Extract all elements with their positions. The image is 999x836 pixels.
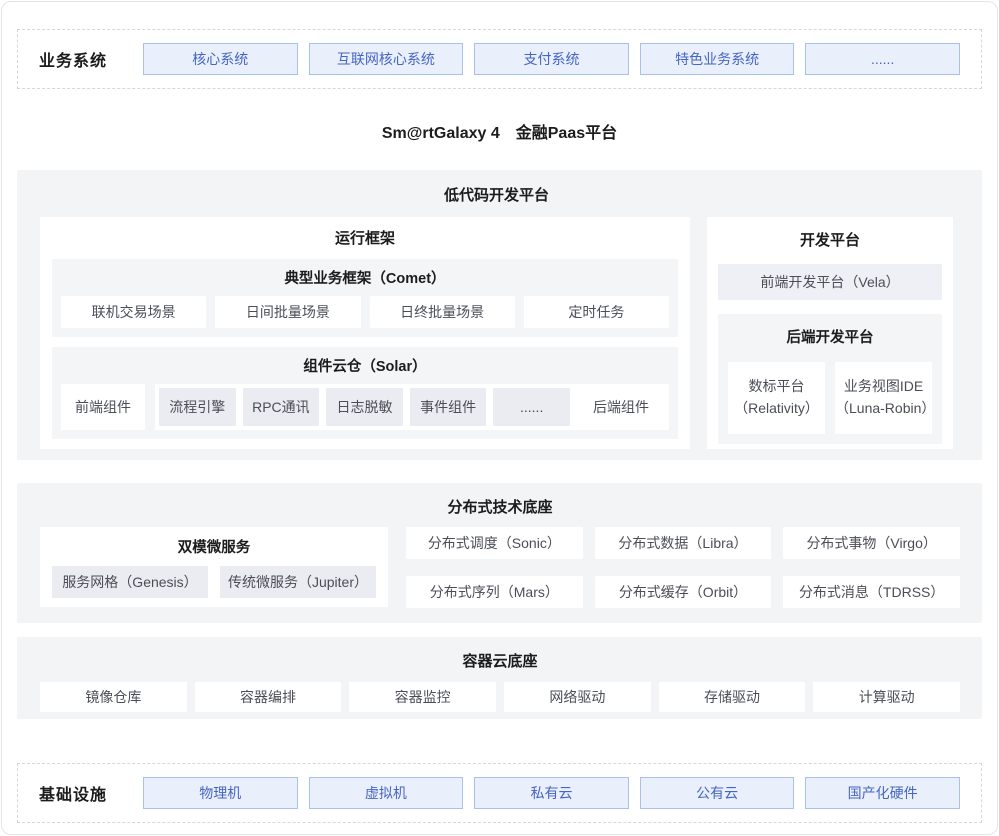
backend-dev-boxes: 数标平台 （Relativity） 业务视图IDE （Luna-Robin） bbox=[728, 362, 932, 434]
container-cloud-box: 网络驱动 bbox=[504, 682, 651, 712]
solar-chip: RPC通讯 bbox=[243, 388, 320, 426]
business-system-box: ...... bbox=[805, 43, 960, 75]
genesis-service-mesh-box: 服务网格（Genesis） bbox=[52, 566, 208, 598]
dev-platform-title: 开发平台 bbox=[718, 229, 942, 250]
solar-chip: 日志脱敏 bbox=[326, 388, 403, 426]
runtime-framework-title: 运行框架 bbox=[52, 227, 678, 248]
luna-robin-ide-box: 业务视图IDE （Luna-Robin） bbox=[835, 362, 932, 434]
comet-scene-box: 定时任务 bbox=[524, 296, 669, 328]
business-systems-boxes: 核心系统 互联网核心系统 支付系统 特色业务系统 ...... bbox=[143, 43, 960, 75]
distributed-body: 双模微服务 服务网格（Genesis） 传统微服务（Jupiter） 分布式调度… bbox=[40, 527, 960, 608]
relativity-platform-name: 数标平台 bbox=[749, 376, 805, 398]
solar-component-title: 组件云仓（Solar） bbox=[61, 355, 669, 376]
infrastructure-label: 基础设施 bbox=[39, 781, 143, 805]
business-system-box: 支付系统 bbox=[474, 43, 629, 75]
container-cloud-section: 容器云底座 镜像仓库 容器编排 容器监控 网络驱动 存储驱动 计算驱动 bbox=[17, 637, 982, 719]
backend-dev-platform-title: 后端开发平台 bbox=[728, 326, 932, 347]
infrastructure-box: 私有云 bbox=[474, 777, 629, 809]
lowcode-body: 运行框架 典型业务框架（Comet） 联机交易场景 日间批量场景 日终批量场景 … bbox=[40, 217, 953, 449]
container-cloud-box: 镜像仓库 bbox=[40, 682, 187, 712]
dual-mode-microservice-card: 双模微服务 服务网格（Genesis） 传统微服务（Jupiter） bbox=[40, 527, 388, 607]
container-cloud-title: 容器云底座 bbox=[40, 650, 960, 671]
comet-scene-box: 联机交易场景 bbox=[61, 296, 206, 328]
backend-components-label: 后端组件 bbox=[577, 397, 665, 417]
container-cloud-box: 计算驱动 bbox=[813, 682, 960, 712]
paas-architecture-diagram: 业务系统 核心系统 互联网核心系统 支付系统 特色业务系统 ...... Sm@… bbox=[1, 1, 998, 835]
distributed-section-title: 分布式技术底座 bbox=[40, 496, 960, 517]
solar-chip: 流程引擎 bbox=[159, 388, 236, 426]
dual-mode-chips: 服务网格（Genesis） 传统微服务（Jupiter） bbox=[52, 566, 376, 598]
distributed-service-box: 分布式调度（Sonic） bbox=[406, 527, 583, 559]
distributed-service-box: 分布式数据（Libra） bbox=[595, 527, 772, 559]
solar-chip: ...... bbox=[493, 388, 570, 426]
dev-platform-card: 开发平台 前端开发平台（Vela） 后端开发平台 数标平台 （Relativit… bbox=[707, 217, 953, 449]
comet-framework-title: 典型业务框架（Comet） bbox=[61, 267, 669, 288]
solar-components-row: 前端组件 流程引擎 RPC通讯 日志脱敏 事件组件 ...... 后端组件 bbox=[61, 384, 669, 430]
luna-robin-ide-codename: （Luna-Robin） bbox=[835, 398, 932, 420]
container-cloud-box: 存储驱动 bbox=[659, 682, 806, 712]
business-systems-row: 业务系统 核心系统 互联网核心系统 支付系统 特色业务系统 ...... bbox=[17, 29, 982, 89]
business-system-box: 互联网核心系统 bbox=[309, 43, 464, 75]
container-cloud-box: 容器编排 bbox=[195, 682, 342, 712]
frontend-components-box: 前端组件 bbox=[61, 384, 145, 430]
distributed-base-section: 分布式技术底座 双模微服务 服务网格（Genesis） 传统微服务（Jupite… bbox=[17, 483, 982, 623]
comet-scene-box: 日终批量场景 bbox=[370, 296, 515, 328]
distributed-service-box: 分布式序列（Mars） bbox=[406, 576, 583, 608]
distributed-service-box: 分布式缓存（Orbit） bbox=[595, 576, 772, 608]
backend-dev-platform-card: 后端开发平台 数标平台 （Relativity） 业务视图IDE （Luna-R… bbox=[718, 314, 942, 444]
jupiter-microservice-box: 传统微服务（Jupiter） bbox=[220, 566, 376, 598]
luna-robin-ide-name: 业务视图IDE bbox=[844, 376, 923, 398]
solar-component-card: 组件云仓（Solar） 前端组件 流程引擎 RPC通讯 日志脱敏 事件组件 ..… bbox=[52, 347, 678, 439]
lowcode-platform-section: 低代码开发平台 运行框架 典型业务框架（Comet） 联机交易场景 日间批量场景… bbox=[17, 170, 982, 460]
infrastructure-box: 物理机 bbox=[143, 777, 298, 809]
comet-framework-card: 典型业务框架（Comet） 联机交易场景 日间批量场景 日终批量场景 定时任务 bbox=[52, 259, 678, 337]
vela-frontend-platform-box: 前端开发平台（Vela） bbox=[718, 264, 942, 300]
infrastructure-box: 公有云 bbox=[640, 777, 795, 809]
lowcode-section-title: 低代码开发平台 bbox=[40, 184, 953, 205]
runtime-framework-card: 运行框架 典型业务框架（Comet） 联机交易场景 日间批量场景 日终批量场景 … bbox=[40, 217, 690, 449]
solar-chip: 事件组件 bbox=[410, 388, 487, 426]
relativity-platform-box: 数标平台 （Relativity） bbox=[728, 362, 825, 434]
platform-title: Sm@rtGalaxy 4 金融Paas平台 bbox=[17, 119, 982, 143]
container-cloud-row: 镜像仓库 容器编排 容器监控 网络驱动 存储驱动 计算驱动 bbox=[40, 682, 960, 712]
distributed-services-grid: 分布式调度（Sonic） 分布式数据（Libra） 分布式事物（Virgo） 分… bbox=[406, 527, 960, 608]
backend-components-strip: 流程引擎 RPC通讯 日志脱敏 事件组件 ...... 后端组件 bbox=[155, 384, 669, 430]
comet-scene-box: 日间批量场景 bbox=[215, 296, 360, 328]
infrastructure-boxes: 物理机 虚拟机 私有云 公有云 国产化硬件 bbox=[143, 777, 960, 809]
distributed-service-box: 分布式消息（TDRSS） bbox=[783, 576, 960, 608]
business-systems-label: 业务系统 bbox=[39, 47, 143, 71]
infrastructure-box: 虚拟机 bbox=[309, 777, 464, 809]
dual-mode-title: 双模微服务 bbox=[52, 536, 376, 557]
infrastructure-row: 基础设施 物理机 虚拟机 私有云 公有云 国产化硬件 bbox=[17, 763, 982, 823]
container-cloud-box: 容器监控 bbox=[349, 682, 496, 712]
relativity-platform-codename: （Relativity） bbox=[734, 398, 819, 420]
business-system-box: 特色业务系统 bbox=[640, 43, 795, 75]
comet-scenes-row: 联机交易场景 日间批量场景 日终批量场景 定时任务 bbox=[61, 296, 669, 328]
infrastructure-box: 国产化硬件 bbox=[805, 777, 960, 809]
distributed-service-box: 分布式事物（Virgo） bbox=[783, 527, 960, 559]
business-system-box: 核心系统 bbox=[143, 43, 298, 75]
